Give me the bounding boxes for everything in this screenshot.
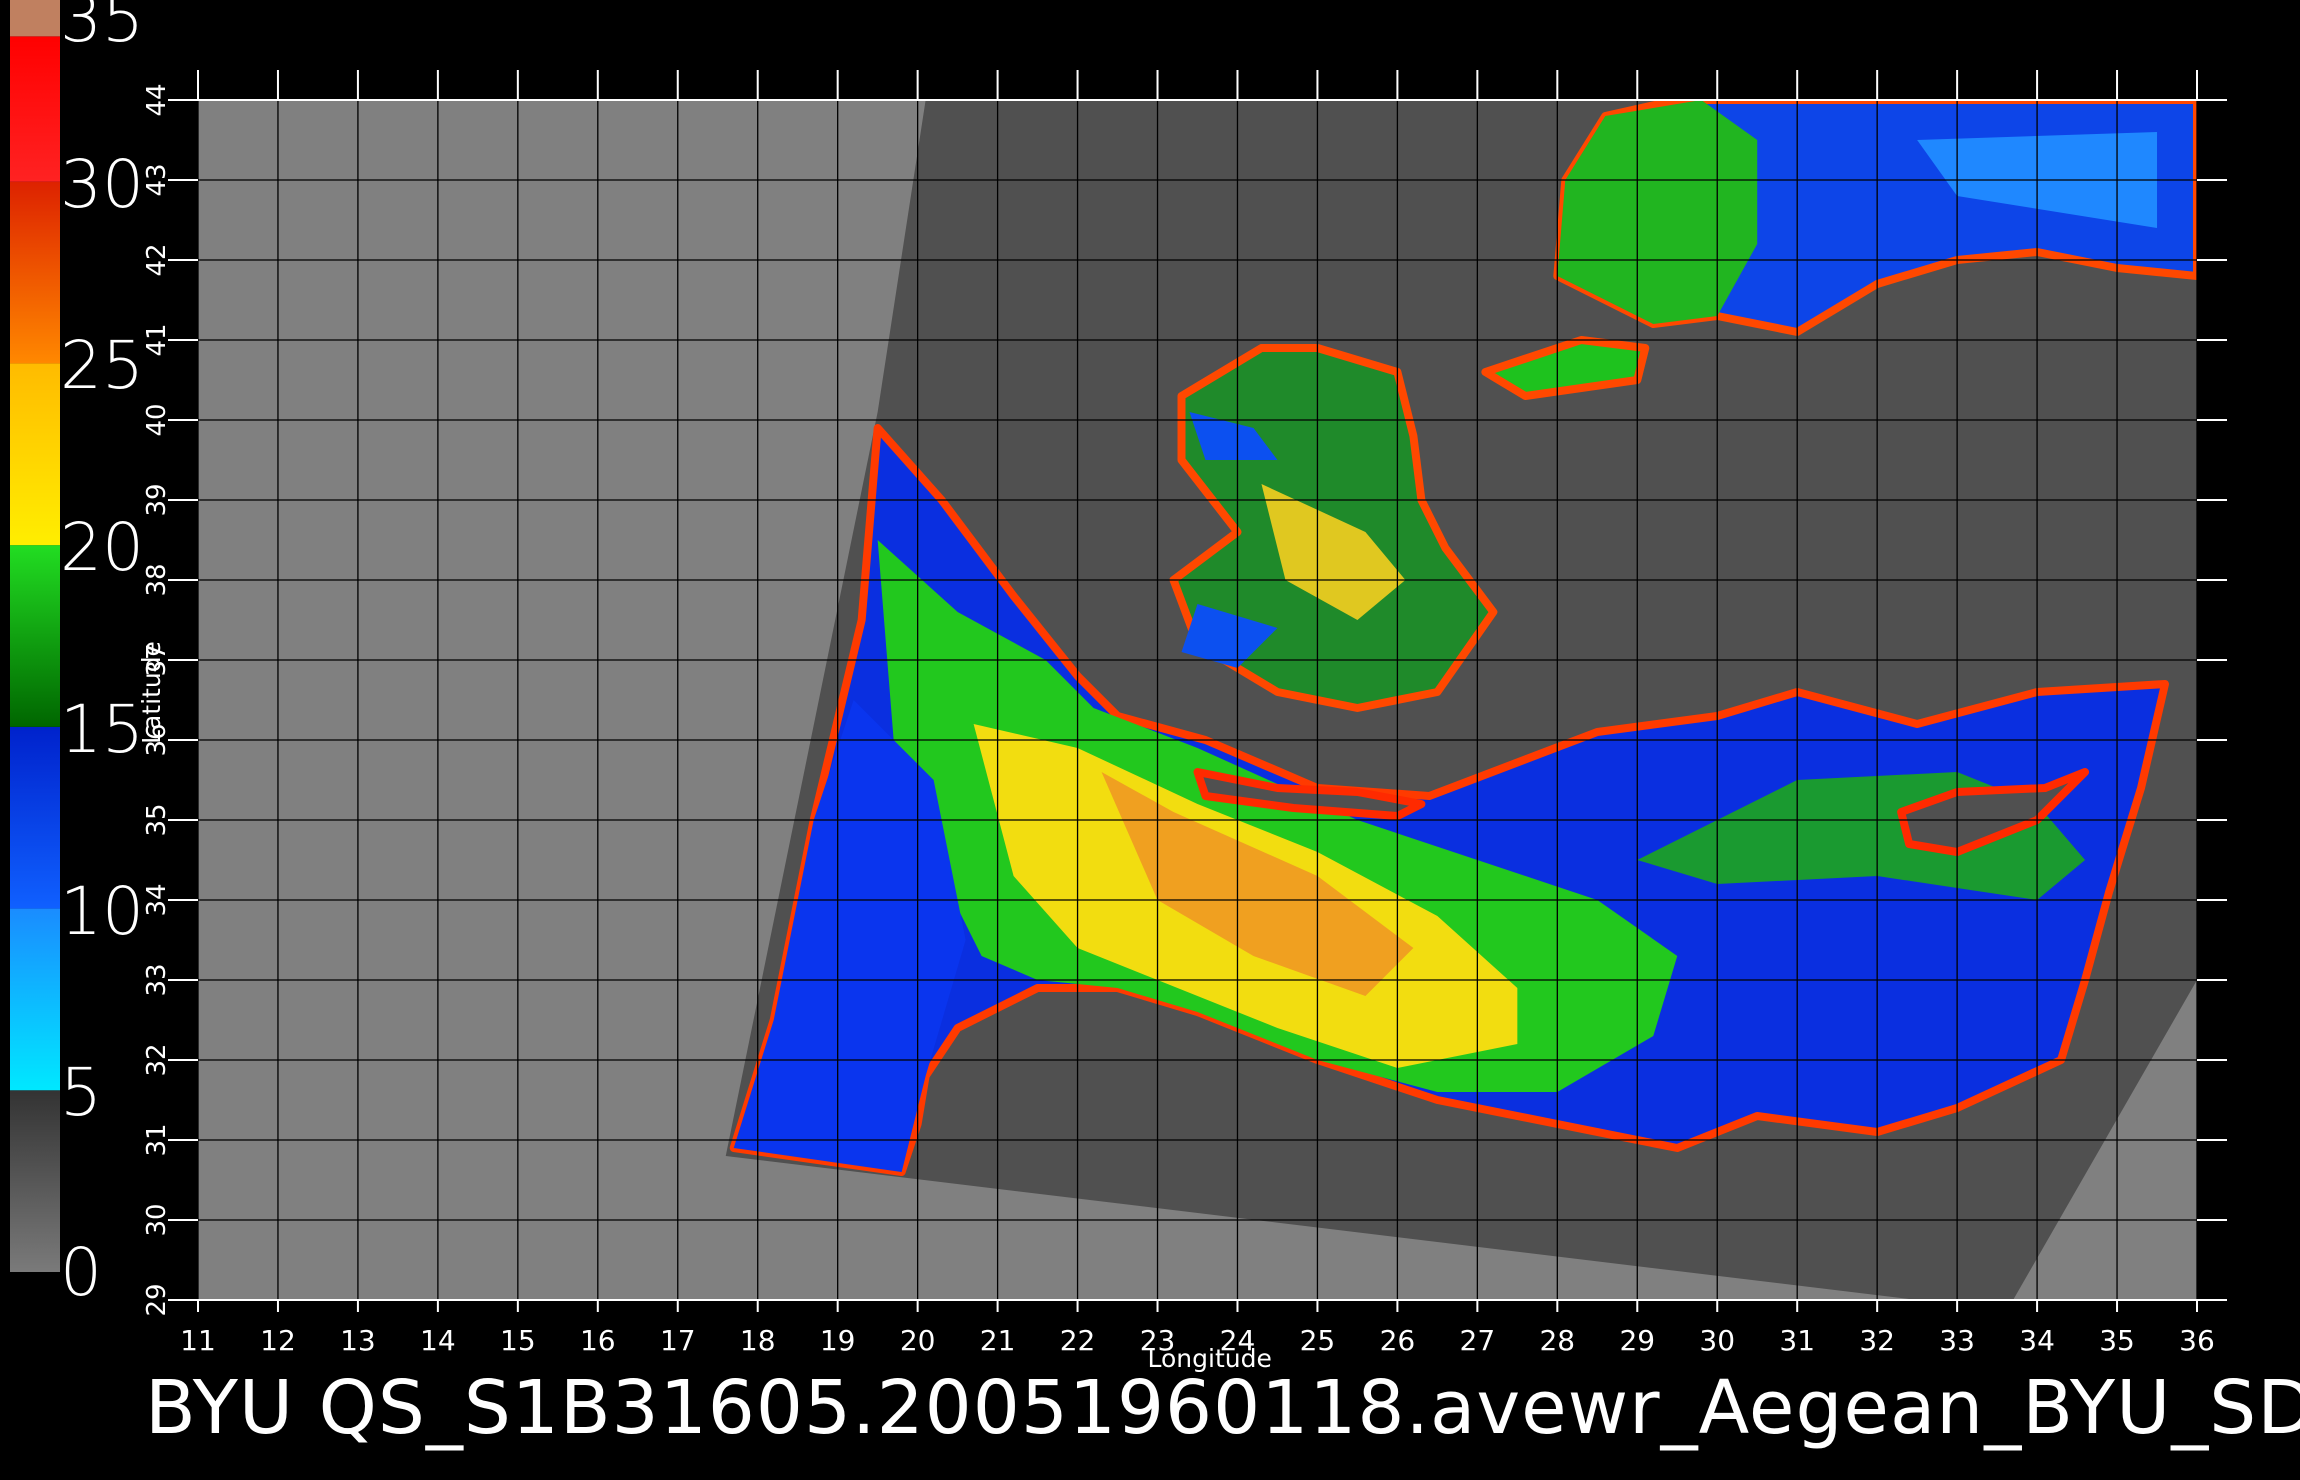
colorbar-segment bbox=[10, 545, 60, 727]
x-tick-label: 35 bbox=[2099, 1324, 2135, 1357]
colorbar-segment bbox=[10, 363, 60, 546]
x-tick-label: 25 bbox=[1300, 1324, 1336, 1357]
colorbar-segment bbox=[10, 1090, 60, 1272]
y-tick-label: 40 bbox=[142, 403, 172, 436]
y-tick-label: 39 bbox=[142, 483, 172, 516]
x-tick-label: 28 bbox=[1539, 1324, 1575, 1357]
y-tick-label: 43 bbox=[142, 163, 172, 196]
colorbar-segment bbox=[10, 36, 60, 182]
x-tick-label: 31 bbox=[1779, 1324, 1815, 1357]
y-tick-label: 31 bbox=[142, 1123, 172, 1156]
colorbar-segment bbox=[10, 908, 60, 1091]
y-tick-label: 35 bbox=[142, 803, 172, 836]
scene: 11 12 13 14 15 16 17 18 19 20 21 22 23 24 25 26 27 28 29 30… bbox=[10, 0, 2227, 1357]
x-tick-label: 32 bbox=[1859, 1324, 1895, 1357]
x-tick-label: 11 bbox=[180, 1324, 216, 1357]
x-tick-label: 20 bbox=[900, 1324, 936, 1357]
colorbar-segment bbox=[10, 181, 60, 364]
x-tick-label: 13 bbox=[340, 1324, 376, 1357]
x-tick-label: 19 bbox=[820, 1324, 856, 1357]
colorbar-tick-label: 0 bbox=[60, 1234, 102, 1311]
colorbar-tick-label: 5 bbox=[60, 1054, 102, 1132]
x-tick-label: 36 bbox=[2179, 1324, 2215, 1357]
y-tick-label: 38 bbox=[142, 563, 172, 596]
y-tick-label: 33 bbox=[142, 963, 172, 996]
x-tick-label: 22 bbox=[1060, 1324, 1096, 1357]
x-tick-label: 29 bbox=[1619, 1324, 1655, 1357]
colorbar-tick-label: 35 bbox=[60, 0, 144, 57]
map-plot: 11 12 13 14 15 16 17 18 19 20 21 22 23 24 25 26 27 28 29 30… bbox=[142, 70, 2227, 1357]
x-tick-label: 27 bbox=[1460, 1324, 1496, 1357]
y-tick-label: 41 bbox=[142, 323, 172, 356]
colorbar-tick-label: 15 bbox=[60, 690, 144, 768]
x-tick-label: 34 bbox=[2019, 1324, 2055, 1357]
x-tick-label: 21 bbox=[980, 1324, 1016, 1357]
colorbar-tick-label: 20 bbox=[60, 509, 144, 587]
x-tick-label: 15 bbox=[500, 1324, 536, 1357]
colorbar-segment bbox=[10, 0, 60, 37]
colorbar-segment bbox=[10, 726, 60, 909]
colorbar-tick-label: 30 bbox=[60, 145, 144, 223]
y-tick-label: 34 bbox=[142, 883, 172, 916]
y-tick-label: 29 bbox=[142, 1283, 172, 1316]
x-tick-label: 33 bbox=[1939, 1324, 1975, 1357]
x-tick-label: 16 bbox=[580, 1324, 616, 1357]
colorbar-tick-label: 25 bbox=[60, 327, 144, 405]
x-tick-label: 12 bbox=[260, 1324, 296, 1357]
x-tick-label: 17 bbox=[660, 1324, 696, 1357]
x-tick-label: 30 bbox=[1699, 1324, 1735, 1357]
colorbar bbox=[10, 0, 60, 1272]
y-tick-label: 42 bbox=[142, 243, 172, 276]
image-title: BYU QS_S1B31605.20051960118.avewr_Aegean… bbox=[145, 1365, 2300, 1451]
colorbar-tick-label: 10 bbox=[60, 872, 144, 950]
x-tick-label: 18 bbox=[740, 1324, 776, 1357]
y-axis-title: Latitude bbox=[136, 641, 166, 744]
y-tick-label: 44 bbox=[142, 83, 172, 116]
y-tick-label: 32 bbox=[142, 1043, 172, 1076]
x-tick-label: 14 bbox=[420, 1324, 456, 1357]
x-tick-label: 26 bbox=[1380, 1324, 1416, 1357]
y-tick-label: 30 bbox=[142, 1203, 172, 1236]
